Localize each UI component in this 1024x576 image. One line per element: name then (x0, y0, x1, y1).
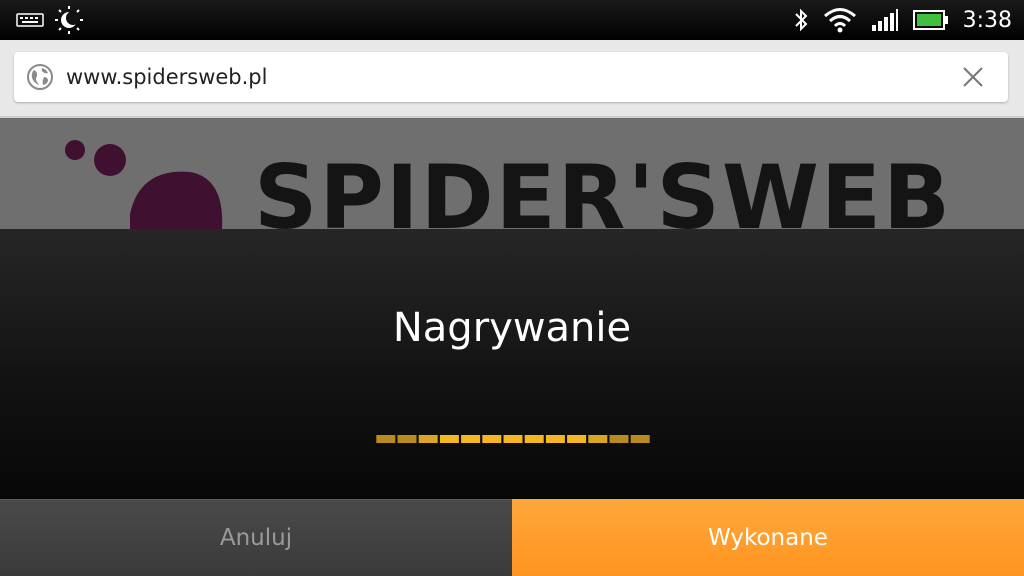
globe-icon (27, 64, 53, 90)
recording-dialog: Nagrywanie (0, 229, 1024, 499)
level-segment (439, 435, 459, 443)
battery-icon (912, 10, 948, 30)
status-time: 3:38 (962, 7, 1012, 33)
level-segment (567, 435, 587, 443)
audio-level-meter (0, 434, 1024, 444)
keyboard-icon (16, 13, 44, 27)
weather-icon (55, 6, 83, 34)
status-right-icons: 3:38 (793, 4, 1012, 36)
signal-icon (871, 9, 898, 31)
level-segment (503, 435, 523, 443)
screen: 3:38 www.spidersweb.pl SPIDER'SWEB Nagry… (0, 0, 1024, 576)
done-button[interactable]: Wykonane (512, 499, 1024, 576)
site-logo-text: SPIDER'SWEB (254, 146, 953, 231)
level-segment (482, 435, 502, 443)
url-text[interactable]: www.spidersweb.pl (66, 52, 267, 102)
level-segment (609, 435, 629, 443)
dialog-buttons: Anuluj Wykonane (0, 499, 1024, 576)
level-segment (376, 435, 396, 443)
level-segment (524, 435, 544, 443)
level-segment (461, 435, 481, 443)
level-segment (588, 435, 608, 443)
bluetooth-icon (794, 8, 808, 32)
dialog-title: Nagrywanie (392, 305, 632, 351)
status-left-icons (16, 6, 84, 34)
cancel-button[interactable]: Anuluj (0, 499, 512, 576)
browser-toolbar: www.spidersweb.pl (0, 40, 1024, 118)
clear-url-icon[interactable] (960, 64, 986, 90)
status-bar: 3:38 (0, 0, 1024, 40)
wifi-icon (823, 8, 856, 33)
level-segment (630, 435, 650, 443)
web-page-content: SPIDER'SWEB (0, 118, 1024, 230)
url-field[interactable]: www.spidersweb.pl (14, 52, 1008, 102)
level-segment (545, 435, 565, 443)
level-segment (418, 435, 438, 443)
site-logo-icon (65, 140, 223, 230)
level-segment (397, 435, 417, 443)
